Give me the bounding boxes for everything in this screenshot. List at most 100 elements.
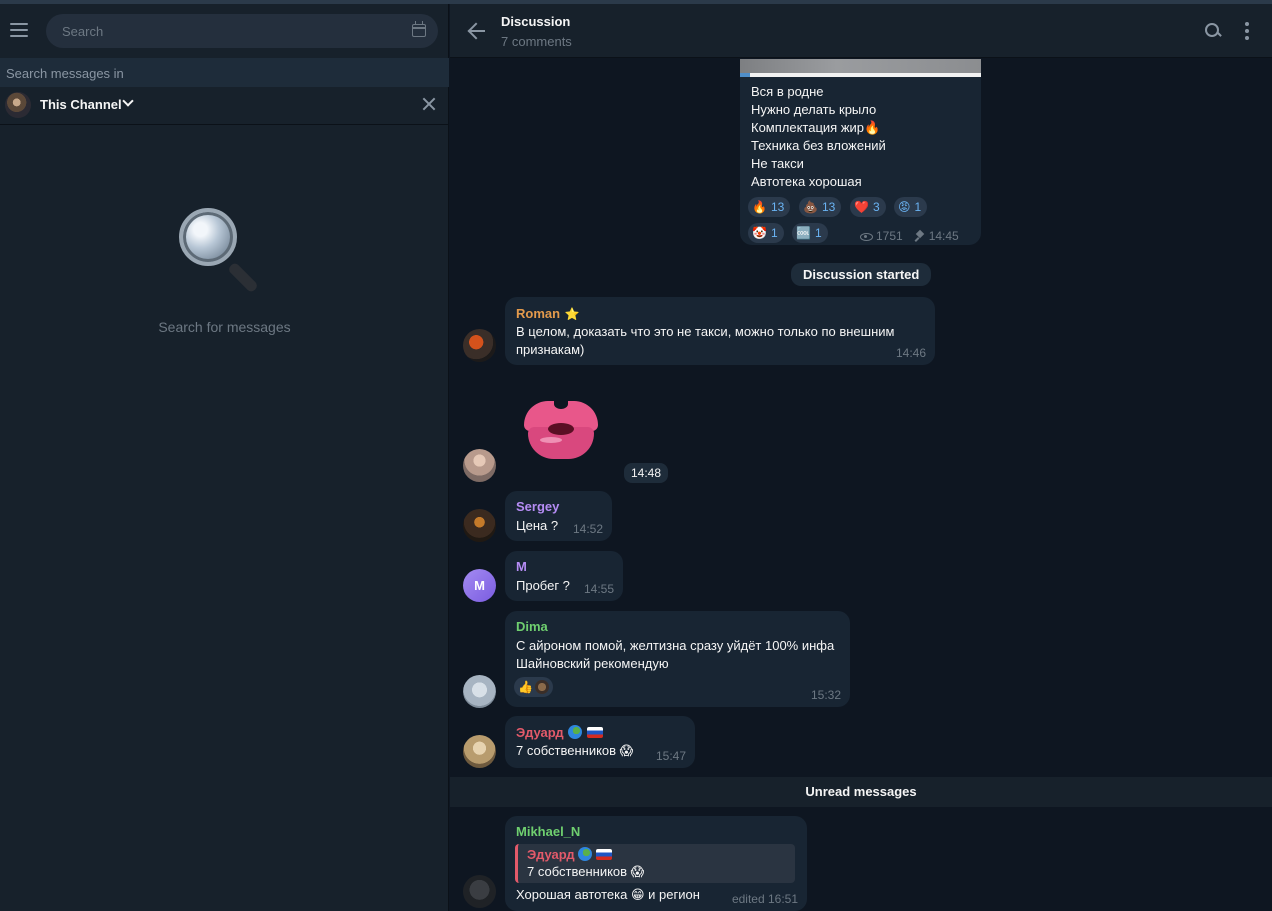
back-arrow-icon[interactable] xyxy=(468,22,486,40)
post-line: Комплектация жир🔥 xyxy=(751,120,881,135)
globe-icon xyxy=(578,847,593,861)
message-text: Хорошая автотека 😁 и регион xyxy=(516,887,700,902)
discussion-started-label: Discussion started xyxy=(791,263,932,286)
message-bubble[interactable]: Dima С айроном помой, желтизна сразу уйд… xyxy=(505,611,850,707)
avatar[interactable]: M xyxy=(463,569,496,602)
sticker-time: 14:48 xyxy=(624,463,669,483)
reaction-emoji: 💩 xyxy=(803,200,818,214)
message-line: Шайновский рекомендую xyxy=(516,656,669,671)
message-bubble[interactable]: Mikhael_N Эдуард 7 собственников 😱 Хорош… xyxy=(505,816,807,911)
post-line: Автотека хорошая xyxy=(751,174,862,189)
search-input[interactable] xyxy=(62,14,392,48)
avatar[interactable] xyxy=(463,735,496,768)
reaction-count: 13 xyxy=(770,200,785,214)
sender-name[interactable]: Эдуард xyxy=(516,725,564,740)
reaction-emoji: 🆒 xyxy=(796,226,811,240)
reaction-emoji: 🤡 xyxy=(752,226,767,240)
unread-messages-divider: Unread messages xyxy=(450,777,1272,807)
sender-name[interactable]: Sergey xyxy=(516,499,559,514)
channel-avatar xyxy=(5,92,31,118)
sender-name[interactable]: Dima xyxy=(516,619,548,634)
reaction-cool[interactable]: 🆒 1 xyxy=(792,223,828,243)
scope-label[interactable]: This Channel xyxy=(40,97,122,112)
reaction-emoji: 🔥 xyxy=(752,200,767,214)
message-list[interactable]: Вся в родне Нужно делать крыло Комплекта… xyxy=(450,59,1272,911)
post-image[interactable] xyxy=(740,59,981,73)
message-text: 7 собственников 😱 xyxy=(516,743,634,758)
hamburger-menu-icon[interactable] xyxy=(8,18,32,42)
chat-panel: Discussion 7 comments Вся в родне Нужно … xyxy=(450,4,1272,911)
search-box[interactable] xyxy=(46,14,438,48)
message-time: 14:46 xyxy=(895,346,926,360)
post-text: Вся в родне Нужно делать крыло Комплекта… xyxy=(751,83,886,191)
post-meta: 1751 14:45 xyxy=(860,229,959,243)
sender-name[interactable]: Mikhael_N xyxy=(516,824,580,839)
chat-title[interactable]: Discussion xyxy=(501,14,570,29)
search-panel: Search messages in This Channel Search f… xyxy=(0,4,449,911)
message-bubble[interactable]: M Пробег ? 14:55 xyxy=(505,551,623,601)
search-icon[interactable] xyxy=(1205,23,1221,39)
reply-text: 7 собственников 😱 xyxy=(527,864,645,879)
reaction-emoji: ❤️ xyxy=(854,200,869,214)
message-bubble[interactable]: Эдуард 7 собственников 😱 15:47 xyxy=(505,716,695,768)
search-in-bar: Search messages in xyxy=(0,58,449,87)
channel-post[interactable]: Вся в родне Нужно делать крыло Комплекта… xyxy=(740,59,981,245)
sender-name-row: Эдуард xyxy=(516,724,603,742)
message-time: edited 16:51 xyxy=(731,892,798,906)
chat-subtitle: 7 comments xyxy=(501,34,572,49)
chat-header: Discussion 7 comments xyxy=(450,4,1272,58)
message-reaction[interactable]: 👍 xyxy=(514,677,553,697)
chevron-down-icon[interactable] xyxy=(122,95,134,107)
message-text: Пробег ? xyxy=(516,578,570,593)
message-time: 14:55 xyxy=(583,582,614,596)
sender-name-row: Roman ⭐ xyxy=(516,305,579,323)
message-text: С айроном помой, желтизна сразу уйдёт 10… xyxy=(516,637,834,673)
message-line: В целом, доказать что это не такси, можн… xyxy=(516,324,895,339)
post-line: Нужно делать крыло xyxy=(751,102,877,117)
reaction-fire[interactable]: 🔥 13 xyxy=(748,197,791,217)
thumbs-up-icon: 👍 xyxy=(518,680,533,694)
message-bubble[interactable]: Sergey Цена ? 14:52 xyxy=(505,491,612,541)
star-badge-icon: ⭐ xyxy=(564,307,580,321)
sender-name[interactable]: Roman xyxy=(516,306,560,321)
message-time: 14:52 xyxy=(572,522,603,536)
post-line: Вся в родне xyxy=(751,84,824,99)
more-options-icon[interactable] xyxy=(1245,22,1249,40)
avatar[interactable] xyxy=(463,329,496,362)
reaction-angry[interactable]: 😡 1 xyxy=(894,197,928,217)
reply-quote[interactable]: Эдуард 7 собственников 😱 xyxy=(515,844,795,883)
reaction-count: 13 xyxy=(821,200,836,214)
calendar-icon[interactable] xyxy=(412,21,426,37)
avatar[interactable] xyxy=(463,875,496,908)
reaction-poop[interactable]: 💩 13 xyxy=(799,197,842,217)
message-bubble[interactable]: Roman ⭐ В целом, доказать что это не так… xyxy=(505,297,935,365)
empty-state-text: Search for messages xyxy=(158,319,291,335)
magnifier-icon xyxy=(175,204,265,294)
reaction-count: 1 xyxy=(914,200,922,214)
views-count: 1751 xyxy=(876,229,903,243)
message-line: С айроном помой, желтизна сразу уйдёт 10… xyxy=(516,638,835,653)
media-progress-bar xyxy=(740,73,981,77)
reactor-avatar xyxy=(534,680,549,694)
avatar[interactable] xyxy=(463,509,496,542)
russia-flag-icon xyxy=(595,849,612,860)
post-line: Техника без вложений xyxy=(751,138,886,153)
message-text: В целом, доказать что это не такси, можн… xyxy=(516,323,894,359)
message-text: Цена ? xyxy=(516,518,559,533)
close-icon[interactable] xyxy=(421,96,437,112)
message-time: 15:32 xyxy=(810,688,841,702)
sender-name[interactable]: M xyxy=(516,559,527,574)
pin-icon xyxy=(915,231,925,241)
search-scope-selector[interactable]: This Channel xyxy=(0,87,449,125)
avatar[interactable] xyxy=(463,449,496,482)
search-in-label: Search messages in xyxy=(6,66,124,81)
post-time: 14:45 xyxy=(928,229,959,243)
reaction-clown[interactable]: 🤡 1 xyxy=(748,223,784,243)
reaction-emoji: 😡 xyxy=(898,200,911,214)
message-line: признакам) xyxy=(516,342,585,357)
reaction-count: 1 xyxy=(814,226,822,240)
avatar[interactable] xyxy=(463,675,496,708)
kiss-lips-sticker[interactable] xyxy=(522,397,600,463)
reply-name-row: Эдуард xyxy=(527,847,612,862)
reaction-heart[interactable]: ❤️ 3 xyxy=(850,197,886,217)
